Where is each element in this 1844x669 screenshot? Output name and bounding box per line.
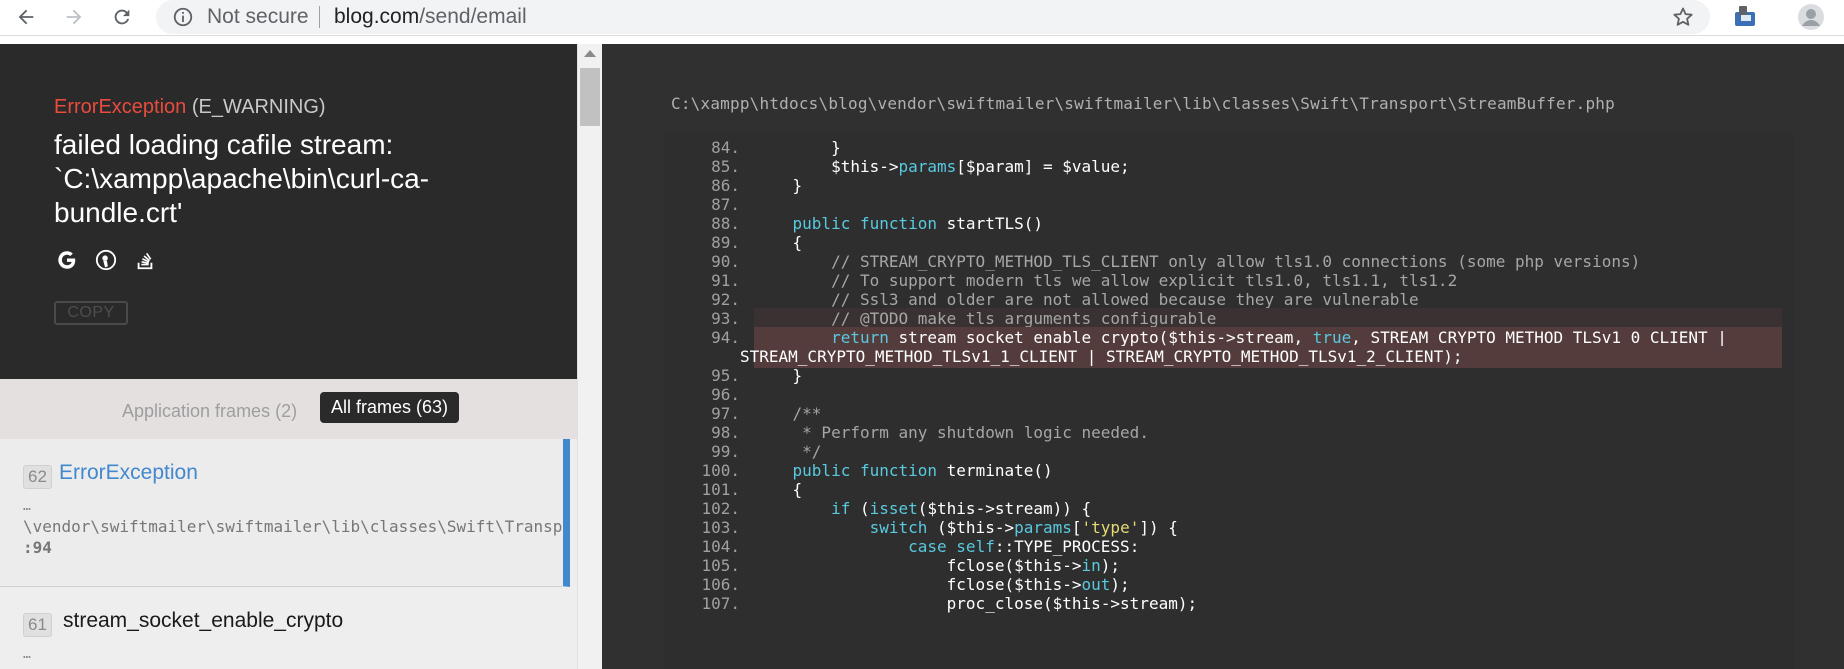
scroll-thumb[interactable] xyxy=(580,68,600,126)
frames-list: 62 ErrorException … \vendor\swiftmailer\… xyxy=(0,439,577,669)
arrow-left-icon xyxy=(18,9,34,25)
frame-class: ErrorException xyxy=(59,461,198,484)
all-frames-filter[interactable]: All frames (63) xyxy=(320,392,460,423)
search-links xyxy=(54,247,158,273)
frame-ellipsis: … xyxy=(23,499,31,514)
info-icon[interactable] xyxy=(172,6,194,28)
address-bar[interactable]: Not secure blog.com/send/email xyxy=(156,0,1710,34)
address-divider xyxy=(319,6,320,28)
exception-type-line: ErrorException (E_WARNING) xyxy=(54,96,326,119)
frame-ellipsis: … xyxy=(23,647,31,662)
frame-index: 62 xyxy=(23,465,52,489)
frame-filter-bar: Application frames (2) All frames (63) xyxy=(0,379,577,439)
profile-button[interactable] xyxy=(1794,1,1828,33)
frame-file-path: \vendor\swiftmailer\swiftmailer\lib\clas… xyxy=(23,517,570,536)
url-host: blog.com xyxy=(334,5,420,28)
source-file-path[interactable]: C:\xampp\htdocs\blog\vendor\swiftmailer\… xyxy=(671,94,1615,113)
frames-scrollbar[interactable] xyxy=(577,44,602,669)
code-text: proc_close($this->stream); xyxy=(754,594,1198,613)
url-path: /send/email xyxy=(419,5,527,28)
line-number: 94. xyxy=(711,328,740,347)
stackoverflow-icon[interactable] xyxy=(132,247,158,273)
duckduckgo-icon[interactable] xyxy=(93,247,119,273)
frame-item-active[interactable]: 62 ErrorException … \vendor\swiftmailer\… xyxy=(0,439,570,587)
back-button[interactable] xyxy=(8,0,44,34)
reload-button[interactable] xyxy=(104,0,140,34)
url-text[interactable]: blog.com/send/email xyxy=(334,5,527,29)
exception-header: ErrorException (E_WARNING) failed loadin… xyxy=(0,44,577,379)
frame-item[interactable]: 61 stream_socket_enable_crypto … xyxy=(0,587,570,669)
code-block: 84. } 85. $this->params[$param] = $value;… xyxy=(664,132,1794,669)
arrow-right-icon xyxy=(66,9,82,25)
security-label: Not secure xyxy=(207,5,309,28)
bookmark-button[interactable] xyxy=(1668,3,1698,31)
google-icon[interactable] xyxy=(54,247,80,273)
code-panel: C:\xampp\htdocs\blog\vendor\swiftmailer\… xyxy=(602,44,1844,669)
forward-button[interactable] xyxy=(56,0,92,34)
copy-button[interactable]: COPY xyxy=(54,301,128,325)
line-number: 107. xyxy=(701,594,740,613)
extension-icon xyxy=(1735,6,1755,26)
star-icon xyxy=(1673,7,1693,26)
scroll-up-arrow-icon[interactable] xyxy=(584,50,596,57)
exception-message: failed loading cafile stream: `C:\xampp\… xyxy=(54,129,430,228)
browser-toolbar: Not secure blog.com/send/email xyxy=(0,0,1844,36)
reload-icon xyxy=(114,9,130,25)
frame-function: stream_socket_enable_crypto xyxy=(63,609,344,632)
avatar-icon xyxy=(1798,4,1824,30)
exception-class: ErrorException xyxy=(54,96,187,118)
application-frames-filter[interactable]: Application frames (2) xyxy=(112,397,307,426)
stack-panel: ErrorException (E_WARNING) failed loadin… xyxy=(0,44,577,669)
exception-code: (E_WARNING) xyxy=(191,96,326,118)
extension-button[interactable] xyxy=(1728,2,1762,32)
frame-index: 61 xyxy=(23,613,52,637)
frame-line-number: :94 xyxy=(23,538,52,557)
code-line: 107. proc_close($this->stream); xyxy=(664,593,1782,615)
